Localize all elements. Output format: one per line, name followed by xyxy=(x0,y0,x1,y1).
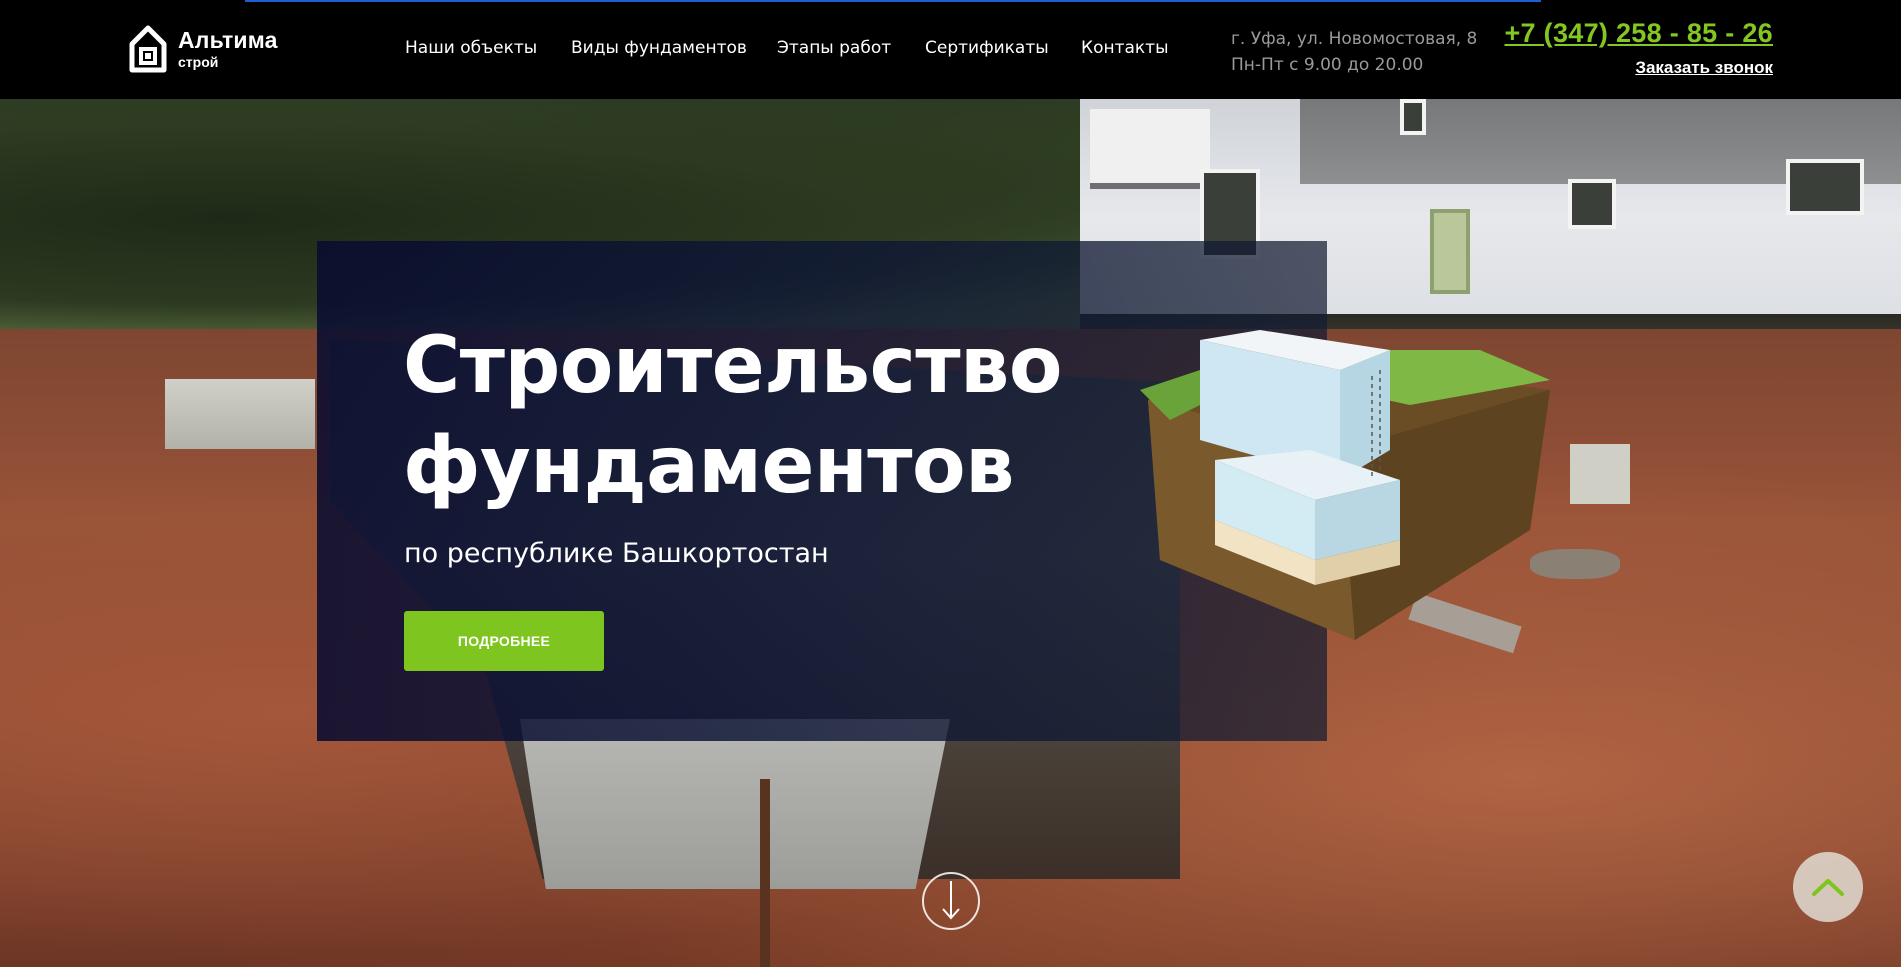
nav-item-certificates[interactable]: Сертификаты xyxy=(925,38,1049,58)
logo-title: Альтима xyxy=(178,27,278,53)
hero-title-line1: Строительство xyxy=(403,321,1062,411)
hero-title: Строительство фундаментов xyxy=(403,316,1103,516)
foundation-block-illustration xyxy=(1140,330,1550,640)
hero-title-line2: фундаментов xyxy=(403,421,1014,511)
hero-subtitle: по республике Башкортостан xyxy=(404,538,829,569)
nav-item-work-stages[interactable]: Этапы работ xyxy=(777,38,891,58)
chevron-up-icon xyxy=(1812,879,1844,896)
logo-subtitle: строй xyxy=(178,54,219,70)
working-hours: Пн-Пт с 9.00 до 20.00 xyxy=(1231,55,1424,75)
arrow-down-icon xyxy=(942,881,960,920)
contact-address-block: г. Уфа, ул. Новомостовая, 8 Пн-Пт с 9.00… xyxy=(1231,26,1477,78)
phone-link[interactable]: +7 (347) 258 - 85 - 26 xyxy=(1504,18,1773,49)
scroll-to-top-button[interactable] xyxy=(1793,852,1863,922)
details-button[interactable]: ПОДРОБНЕЕ xyxy=(404,611,604,671)
nav-item-contacts[interactable]: Контакты xyxy=(1081,38,1169,58)
background-concrete-wall xyxy=(520,719,950,889)
nav-item-objects[interactable]: Наши объекты xyxy=(405,38,537,58)
nav-item-foundation-types[interactable]: Виды фундаментов xyxy=(571,38,747,58)
top-bar: Альтима строй Наши объекты Виды фундамен… xyxy=(0,0,1901,99)
arrow-down-circle-icon[interactable] xyxy=(922,872,980,930)
top-accent-line xyxy=(245,0,1541,2)
house-logo-icon xyxy=(129,25,167,73)
callback-link[interactable]: Заказать звонок xyxy=(1635,58,1773,78)
logo[interactable]: Альтима строй xyxy=(128,24,278,74)
address-text: г. Уфа, ул. Новомостовая, 8 xyxy=(1231,29,1478,49)
